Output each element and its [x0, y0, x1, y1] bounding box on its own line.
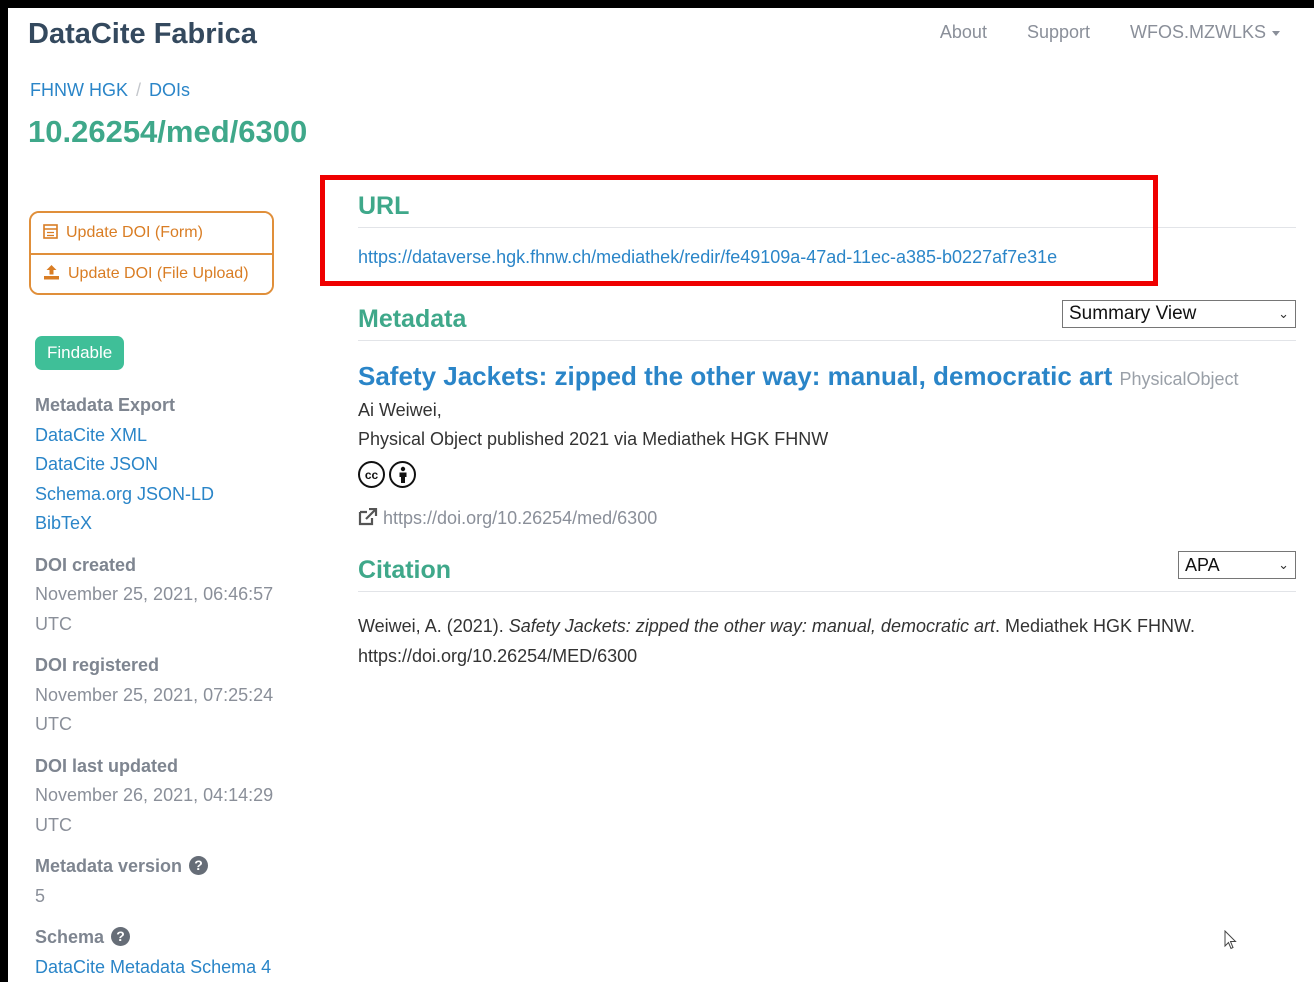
nav-about[interactable]: About	[940, 22, 987, 43]
breadcrumb-parent[interactable]: FHNW HGK	[30, 80, 128, 100]
update-button-group: Update DOI (Form) Update DOI (File Uploa…	[29, 211, 274, 295]
export-schema-org-link[interactable]: Schema.org JSON-LD	[35, 484, 214, 504]
divider	[358, 591, 1296, 592]
chevron-down-icon: ⌄	[1278, 306, 1289, 321]
metadata-heading: Metadata	[358, 305, 467, 333]
doi-registered-tz: UTC	[35, 714, 72, 734]
doi-created-value: November 25, 2021, 06:46:57	[35, 584, 274, 604]
published-info: Physical Object published 2021 via Media…	[358, 429, 829, 449]
update-doi-file-label: Update DOI (File Upload)	[68, 265, 249, 282]
chevron-down-icon: ⌄	[1278, 557, 1289, 572]
view-select[interactable]: Summary View ⌄	[1062, 300, 1296, 328]
resource-type: PhysicalObject	[1119, 369, 1239, 389]
help-icon[interactable]: ?	[111, 927, 131, 946]
metadata-export-label: Metadata Export	[35, 395, 176, 415]
citation-heading: Citation	[358, 556, 452, 584]
metadata-version-label: Metadata version	[35, 856, 183, 876]
view-select-value: Summary View	[1069, 303, 1197, 324]
doi-updated-label: DOI last updated	[35, 755, 179, 776]
citation-title: Safety Jackets: zipped the other way: ma…	[508, 616, 995, 636]
user-name: WFOS.MZWLKS	[1130, 22, 1266, 42]
brand-title[interactable]: DataCite Fabrica	[28, 18, 257, 51]
citation-url: https://doi.org/10.26254/MED/6300	[358, 646, 638, 666]
export-datacite-json-link[interactable]: DataCite JSON	[35, 454, 158, 474]
form-icon	[43, 223, 58, 243]
citation-style-select[interactable]: APA ⌄	[1178, 551, 1296, 579]
citation-prefix: Weiwei, A. (2021).	[358, 616, 509, 636]
update-doi-form-button[interactable]: Update DOI (Form)	[31, 213, 272, 253]
doi-registered-label: DOI registered	[35, 655, 160, 675]
highlight-box	[320, 175, 1158, 286]
citation-suffix: . Mediathek HGK FHNW.	[994, 616, 1196, 636]
doi-updated-tz: UTC	[35, 814, 72, 835]
doi-url: https://doi.org/10.26254/med/6300	[383, 508, 658, 528]
external-link-icon	[358, 507, 383, 528]
doi-created-tz: UTC	[35, 613, 72, 634]
url-heading: URL	[358, 192, 410, 220]
page: DataCite Fabrica About Support WFOS.MZWL…	[8, 8, 1314, 982]
license-icons[interactable]: cc	[358, 461, 416, 488]
cc-icon: cc	[358, 461, 385, 488]
doi-registered-value: November 25, 2021, 07:25:24	[35, 684, 274, 705]
caret-down-icon	[1272, 30, 1280, 36]
mouse-cursor-icon	[1224, 929, 1238, 956]
doi-updated-value: November 26, 2021, 04:14:29	[35, 785, 274, 805]
target-url-link[interactable]: https://dataverse.hgk.fhnw.ch/mediathek/…	[358, 247, 1057, 268]
breadcrumb-separator: /	[136, 80, 142, 100]
citation-text: Weiwei, A. (2021). Safety Jackets: zippe…	[358, 611, 1288, 671]
work-title-row: Safety Jackets: zipped the other way: ma…	[358, 361, 1239, 392]
help-icon[interactable]: ?	[189, 856, 209, 875]
schema-label: Schema	[35, 927, 105, 947]
divider	[358, 227, 1296, 228]
breadcrumb-current[interactable]: DOIs	[149, 80, 190, 100]
divider	[358, 340, 1296, 341]
citation-style-value: APA	[1185, 554, 1220, 575]
creator: Ai Weiwei,	[358, 400, 442, 420]
page-title: 10.26254/med/6300	[28, 114, 308, 149]
nav-user-menu[interactable]: WFOS.MZWLKS	[1130, 22, 1280, 43]
upload-icon	[43, 264, 60, 284]
metadata-version-value: 5	[35, 885, 46, 906]
schema-link[interactable]: DataCite Metadata Schema 4	[35, 957, 271, 977]
doi-created-label: DOI created	[35, 554, 137, 575]
by-icon	[389, 461, 416, 488]
update-doi-file-button[interactable]: Update DOI (File Upload)	[31, 253, 272, 293]
schema-row: Schema ?	[35, 923, 295, 953]
work-title-link[interactable]: Safety Jackets: zipped the other way: ma…	[358, 361, 1112, 391]
doi-url-row[interactable]: https://doi.org/10.26254/med/6300	[358, 507, 658, 529]
export-bibtex-link[interactable]: BibTeX	[35, 513, 92, 533]
nav-support[interactable]: Support	[1027, 22, 1090, 43]
update-doi-form-label: Update DOI (Form)	[66, 224, 203, 241]
breadcrumb: FHNW HGK / DOIs	[30, 80, 190, 101]
top-nav: About Support WFOS.MZWLKS	[940, 22, 1280, 43]
sidebar-details: Metadata Export DataCite XML DataCite JS…	[35, 391, 295, 982]
status-badge: Findable	[35, 336, 125, 370]
metadata-version-row: Metadata version ?	[35, 852, 295, 882]
export-datacite-xml-link[interactable]: DataCite XML	[35, 425, 147, 445]
